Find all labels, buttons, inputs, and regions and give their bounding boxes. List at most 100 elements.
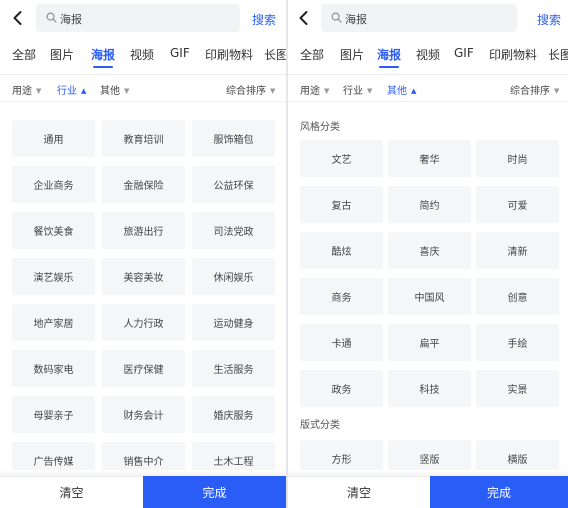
option-chip[interactable]: 可爱: [476, 186, 559, 223]
filters-divider: [288, 101, 568, 102]
option-chip[interactable]: 服饰箱包: [192, 120, 275, 157]
style-options-grid: 文艺 奢华 时尚复古 简约 可爱酷炫 喜庆 清新商务 中国风 创意卡通 扁平 手绘政务 科技 实景: [300, 140, 559, 407]
option-chip[interactable]: 公益环保: [192, 166, 275, 203]
option-chip[interactable]: 清新: [476, 232, 559, 269]
search-button[interactable]: 搜索: [252, 11, 276, 28]
search-query-text: 海报: [60, 13, 82, 26]
tab-image[interactable]: 图片: [340, 46, 364, 63]
search-icon: [331, 12, 342, 23]
category-tabs: 全部 图片 海报 视频 GIF 印刷物料 长图: [288, 44, 568, 74]
filter-industry[interactable]: 行业 ▲: [57, 82, 86, 97]
back-arrow-icon[interactable]: [8, 8, 28, 28]
industry-options-grid: 通用 教育培训 服饰箱包企业商务 金融保险 公益环保餐饮美食 旅游出行 司法党政演艺娱乐 美容…: [12, 120, 275, 479]
tab-print-material[interactable]: 印刷物料: [489, 46, 537, 63]
option-chip[interactable]: 手绘: [476, 324, 559, 361]
option-chip[interactable]: 科技: [388, 370, 471, 407]
tab-gif[interactable]: GIF: [454, 46, 474, 60]
option-chip[interactable]: 婚庆服务: [192, 396, 275, 433]
option-chip[interactable]: 商务: [300, 278, 383, 315]
tab-video[interactable]: 视频: [130, 46, 154, 63]
caret-down-icon: ▼: [367, 87, 373, 95]
option-chip[interactable]: 美容美妆: [102, 258, 185, 295]
tabs-divider: [288, 74, 568, 75]
option-chip[interactable]: 创意: [476, 278, 559, 315]
tab-long-image[interactable]: 长图: [548, 46, 568, 63]
tab-long-image[interactable]: 长图: [264, 46, 286, 63]
filter-industry[interactable]: 行业 ▼: [343, 82, 372, 97]
active-tab-underline: [93, 66, 113, 68]
option-chip[interactable]: 奢华: [388, 140, 471, 177]
search-query-text: 海报: [345, 13, 367, 26]
search-icon: [46, 12, 57, 23]
tab-all[interactable]: 全部: [300, 46, 324, 63]
tab-poster[interactable]: 海报: [377, 46, 401, 63]
footer-actions: 清空 完成: [288, 476, 568, 508]
option-chip[interactable]: 地产家居: [12, 304, 95, 341]
option-chip[interactable]: 生活服务: [192, 350, 275, 387]
option-chip[interactable]: 教育培训: [102, 120, 185, 157]
option-chip[interactable]: 金融保险: [102, 166, 185, 203]
option-chip[interactable]: 卡通: [300, 324, 383, 361]
tabs-divider: [0, 74, 286, 75]
option-chip[interactable]: 扁平: [388, 324, 471, 361]
search-input[interactable]: 海报: [36, 4, 240, 32]
filter-sort-label: 综合排序: [226, 86, 266, 97]
filter-bar: 用途 ▼ 行业 ▲ 其他 ▼ 综合排序 ▼: [0, 82, 286, 100]
filter-usage-label: 用途: [300, 86, 320, 97]
filter-other-label: 其他: [100, 86, 120, 97]
filter-sort[interactable]: 综合排序 ▼: [226, 82, 275, 97]
option-chip[interactable]: 中国风: [388, 278, 471, 315]
caret-up-icon: ▲: [411, 87, 417, 95]
caret-down-icon: ▼: [124, 87, 130, 95]
filter-sort[interactable]: 综合排序 ▼: [510, 82, 559, 97]
search-button[interactable]: 搜索: [537, 11, 561, 28]
option-chip[interactable]: 餐饮美食: [12, 212, 95, 249]
option-chip[interactable]: 医疗保健: [102, 350, 185, 387]
option-chip[interactable]: 运动健身: [192, 304, 275, 341]
option-chip[interactable]: 通用: [12, 120, 95, 157]
clear-button[interactable]: 清空: [0, 476, 143, 508]
option-chip[interactable]: 休闲娱乐: [192, 258, 275, 295]
option-chip[interactable]: 时尚: [476, 140, 559, 177]
clear-button[interactable]: 清空: [288, 476, 430, 508]
filter-other-label: 其他: [387, 86, 407, 97]
search-input[interactable]: 海报: [321, 4, 517, 32]
tab-gif[interactable]: GIF: [170, 46, 190, 60]
filter-other[interactable]: 其他 ▼: [100, 82, 129, 97]
done-button[interactable]: 完成: [430, 476, 568, 508]
filter-usage-label: 用途: [12, 86, 32, 97]
option-chip[interactable]: 政务: [300, 370, 383, 407]
filter-industry-label: 行业: [57, 86, 77, 97]
caret-down-icon: ▼: [554, 87, 560, 95]
option-chip[interactable]: 数码家电: [12, 350, 95, 387]
filter-usage[interactable]: 用途 ▼: [12, 82, 41, 97]
caret-down-icon: ▼: [270, 87, 276, 95]
option-chip[interactable]: 简约: [388, 186, 471, 223]
option-chip[interactable]: 企业商务: [12, 166, 95, 203]
filter-usage[interactable]: 用途 ▼: [300, 82, 329, 97]
option-chip[interactable]: 旅游出行: [102, 212, 185, 249]
back-arrow-icon[interactable]: [294, 8, 314, 28]
option-chip[interactable]: 实景: [476, 370, 559, 407]
category-tabs: 全部 图片 海报 视频 GIF 印刷物料 长图: [0, 44, 286, 74]
option-chip[interactable]: 演艺娱乐: [12, 258, 95, 295]
done-button[interactable]: 完成: [143, 476, 286, 508]
filters-divider: [0, 101, 286, 102]
option-chip[interactable]: 母婴亲子: [12, 396, 95, 433]
tab-video[interactable]: 视频: [416, 46, 440, 63]
tab-poster[interactable]: 海报: [91, 46, 115, 63]
option-chip[interactable]: 财务会计: [102, 396, 185, 433]
option-chip[interactable]: 司法党政: [192, 212, 275, 249]
active-tab-underline: [379, 66, 399, 68]
tab-image[interactable]: 图片: [50, 46, 74, 63]
option-chip[interactable]: 复古: [300, 186, 383, 223]
caret-down-icon: ▼: [324, 87, 330, 95]
option-chip[interactable]: 喜庆: [388, 232, 471, 269]
option-chip[interactable]: 酷炫: [300, 232, 383, 269]
option-chip[interactable]: 人力行政: [102, 304, 185, 341]
screenshot-stage: 海报 搜索 全部 图片 海报 视频 GIF 印刷物料 长图 用途 ▼ 行业 ▲ 其他…: [0, 0, 568, 508]
option-chip[interactable]: 文艺: [300, 140, 383, 177]
tab-all[interactable]: 全部: [12, 46, 36, 63]
tab-print-material[interactable]: 印刷物料: [205, 46, 253, 63]
filter-other[interactable]: 其他 ▲: [387, 82, 416, 97]
